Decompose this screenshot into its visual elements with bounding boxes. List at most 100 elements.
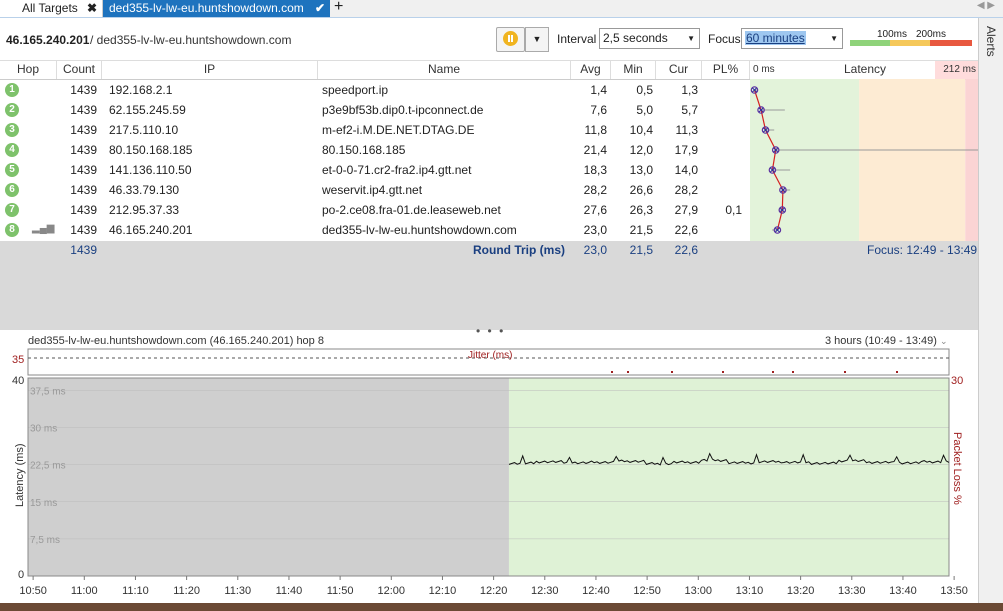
cell-name: weservit.ip4.gtt.net bbox=[322, 183, 423, 197]
target-host: / ded355-lv-lw-eu.huntshowdown.com bbox=[90, 33, 292, 47]
x-tick-label: 13:30 bbox=[838, 585, 866, 597]
col-avg[interactable]: Avg bbox=[571, 61, 611, 79]
pause-button[interactable] bbox=[496, 27, 525, 52]
cell-cur: 5,7 bbox=[681, 103, 698, 117]
y2-tick-max: 30 bbox=[951, 375, 963, 387]
jitter-mark bbox=[896, 371, 898, 373]
cell-count: 1439 bbox=[70, 183, 97, 197]
y-tick-max: 40 bbox=[12, 375, 24, 387]
table-row[interactable]: 2 1439 62.155.245.59 p3e9bf53b.dip0.t-ipcon… bbox=[0, 100, 750, 120]
y-tick-min: 0 bbox=[18, 569, 24, 581]
tab-scroll-arrows-icon[interactable]: ◀ ▶ bbox=[977, 0, 995, 11]
summary-label: Round Trip (ms) bbox=[473, 243, 565, 257]
target-ip: 46.165.240.201 bbox=[6, 33, 90, 47]
cell-min: 5,0 bbox=[636, 103, 653, 117]
tab-target-label: ded355-lv-lw-eu.huntshowdown.com bbox=[109, 1, 304, 15]
chevron-down-icon: ▼ bbox=[830, 34, 838, 43]
jitter-label: Jitter (ms) bbox=[468, 350, 512, 361]
x-tick-label: 10:50 bbox=[19, 585, 47, 597]
check-icon[interactable]: ✔ bbox=[315, 0, 325, 16]
pause-dropdown-button[interactable]: ▼ bbox=[525, 27, 549, 52]
col-cur[interactable]: Cur bbox=[656, 61, 702, 79]
cell-name: 80.150.168.185 bbox=[322, 143, 406, 157]
cell-hop: 5 bbox=[5, 163, 19, 177]
alerts-panel-tab[interactable]: Alerts bbox=[978, 18, 1003, 608]
table-row[interactable]: 4 1439 80.150.168.185 80.150.168.185 21,4 12,… bbox=[0, 140, 750, 160]
cell-cur: 27,9 bbox=[674, 203, 698, 217]
jitter-mark bbox=[772, 371, 774, 373]
jitter-mark bbox=[627, 371, 629, 373]
cell-ip: 46.33.79.130 bbox=[109, 183, 180, 197]
cell-min: 13,0 bbox=[629, 163, 653, 177]
col-count[interactable]: Count bbox=[57, 61, 102, 79]
table-row[interactable]: 3 1439 217.5.110.10 m-ef2-i.M.DE.NET.DTAG.D… bbox=[0, 120, 750, 140]
table-row[interactable]: 6 1439 46.33.79.130 weservit.ip4.gtt.net 28,… bbox=[0, 180, 750, 200]
x-tick-label: 11:10 bbox=[122, 585, 149, 597]
x-tick-label: 13:40 bbox=[889, 585, 917, 597]
focus-select[interactable]: 60 minutes ▼ bbox=[741, 28, 843, 49]
table-row[interactable]: 8 1439 46.165.240.201 ded355-lv-lw-eu.hunts… bbox=[0, 220, 750, 240]
cell-count: 1439 bbox=[70, 103, 97, 117]
no-data-region bbox=[28, 378, 509, 576]
jitter-mark bbox=[671, 371, 673, 373]
col-name[interactable]: Name bbox=[318, 61, 571, 79]
latency-chart[interactable]: Jitter (ms) 35 37,5 ms 30 ms 22,5 ms 15 ms 7,5… bbox=[0, 345, 978, 603]
close-icon[interactable]: ✖ bbox=[87, 0, 97, 16]
interval-select[interactable]: 2,5 seconds ▼ bbox=[599, 28, 700, 49]
summary-focus: Focus: 12:49 - 13:49 bbox=[867, 243, 978, 257]
x-tick-label: 13:20 bbox=[787, 585, 815, 597]
jitter-mark bbox=[792, 371, 794, 373]
summary-min: 21,5 bbox=[629, 243, 653, 257]
add-tab-icon[interactable]: + bbox=[334, 0, 343, 16]
tab-target[interactable]: ded355-lv-lw-eu.huntshowdown.com ✔ bbox=[103, 0, 330, 17]
jitter-mark bbox=[722, 371, 724, 373]
cell-count: 1439 bbox=[70, 83, 97, 97]
cell-hop: 1 bbox=[5, 83, 19, 97]
col-hop[interactable]: Hop bbox=[0, 61, 57, 79]
col-latency[interactable]: Latency bbox=[780, 61, 950, 79]
x-tick-label: 13:10 bbox=[736, 585, 764, 597]
cell-avg: 18,3 bbox=[583, 163, 607, 177]
cell-count: 1439 bbox=[70, 123, 97, 137]
interval-label: Interval bbox=[557, 32, 597, 46]
col-ip[interactable]: IP bbox=[102, 61, 318, 79]
y-axis-label: Latency (ms) bbox=[14, 443, 26, 507]
cell-ip: 46.165.240.201 bbox=[109, 223, 193, 237]
x-tick-label: 13:50 bbox=[940, 585, 968, 597]
splitter-handle[interactable]: • • • bbox=[476, 324, 505, 338]
table-row[interactable]: 5 1439 141.136.110.50 et-0-0-71.cr2-fra2.ip… bbox=[0, 160, 750, 180]
legend-200ms: 200ms bbox=[916, 29, 947, 40]
col-min[interactable]: Min bbox=[611, 61, 656, 79]
cell-avg: 23,0 bbox=[583, 223, 607, 237]
latency-legend-bar bbox=[850, 40, 972, 46]
table-row[interactable]: 7 1439 212.95.37.33 po-2.ce08.fra-01.de.lea… bbox=[0, 200, 750, 220]
x-tick-label: 12:30 bbox=[531, 585, 559, 597]
x-tick-label: 11:40 bbox=[276, 585, 303, 597]
table-row[interactable]: 1 1439 192.168.2.1 speedport.ip 1,4 0,5 1,3 bbox=[0, 80, 750, 100]
tab-all-targets[interactable]: All Targets ✖ bbox=[0, 0, 103, 17]
tab-all-targets-label: All Targets bbox=[22, 1, 78, 15]
cell-cur: 14,0 bbox=[674, 163, 698, 177]
cell-avg: 28,2 bbox=[583, 183, 607, 197]
jitter-axis-max: 35 bbox=[12, 354, 24, 366]
col-latency-min: 0 ms bbox=[753, 64, 775, 75]
cell-count: 1439 bbox=[70, 223, 97, 237]
col-pl[interactable]: PL% bbox=[702, 61, 750, 79]
cell-min: 21,5 bbox=[629, 223, 653, 237]
cell-cur: 11,3 bbox=[675, 123, 698, 137]
col-latency-max: 212 ms bbox=[935, 61, 978, 79]
cell-cur: 17,9 bbox=[674, 143, 698, 157]
cell-hop: 8 bbox=[5, 223, 19, 237]
pause-icon bbox=[503, 31, 518, 46]
cell-ip: 192.168.2.1 bbox=[109, 83, 173, 97]
cell-count: 1439 bbox=[70, 163, 97, 177]
cell-hop: 4 bbox=[5, 143, 19, 157]
cell-min: 0,5 bbox=[636, 83, 653, 97]
bar-chart-icon[interactable]: ▂▄▆ bbox=[32, 223, 54, 234]
cell-avg: 7,6 bbox=[590, 103, 607, 117]
cell-ip: 80.150.168.185 bbox=[109, 143, 193, 157]
y2-axis-label: Packet Loss % bbox=[951, 432, 963, 505]
y-tick-inner: 15 ms bbox=[30, 498, 57, 509]
zone-warning bbox=[859, 79, 966, 241]
x-tick-label: 13:00 bbox=[685, 585, 713, 597]
